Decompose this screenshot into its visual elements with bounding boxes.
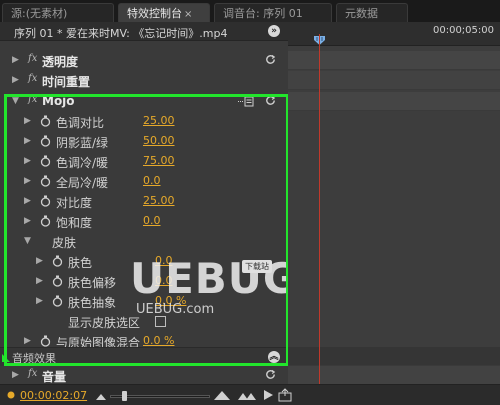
play-icon[interactable] [262, 389, 274, 401]
effect-list: 序列 01 * 爱在来时MV: 《忘记时间》.mp4 » ▶ fx 透明度 ▶ … [0, 22, 297, 405]
double-chevron-icon[interactable]: » [268, 25, 280, 37]
zoom-out-icon[interactable] [96, 391, 106, 401]
effect-row-time-remap[interactable]: ▶ fx 时间重置 [0, 71, 288, 90]
timeline-area[interactable]: 00:00;05:00 [288, 22, 500, 405]
footer-bar: 00:00:02:07 [0, 384, 500, 405]
clip-header: 序列 01 * 爱在来时MV: 《忘记时间》.mp4 » [0, 22, 288, 41]
effect-label: 透明度 [42, 55, 79, 69]
tab-bar: 源:(无素材) 特效控制台 × 调音台: 序列 01 元数据 [0, 0, 500, 22]
tab-effect-controls[interactable]: 特效控制台 × [118, 3, 210, 22]
tab-effect-controls-label: 特效控制台 [127, 7, 182, 20]
arrow-icon [2, 354, 10, 362]
effect-row-opacity[interactable]: ▶ fx 透明度 [0, 51, 288, 70]
effect-row-volume[interactable]: ▶ fx 音量 [0, 366, 288, 385]
fx-icon[interactable]: fx [28, 368, 37, 379]
triangle-right-icon[interactable]: ▶ [12, 75, 19, 85]
zoom-in-icon[interactable] [238, 389, 256, 401]
fx-icon[interactable]: fx [28, 53, 37, 64]
current-timecode[interactable]: 00:00:02:07 [20, 389, 87, 402]
tab-audio-mixer-label: 调音台: 序列 01 [223, 7, 303, 20]
clip-title: 序列 01 * 爱在来时MV: 《忘记时间》.mp4 [14, 27, 228, 40]
fx-icon: fx [28, 73, 38, 84]
export-icon[interactable] [278, 388, 292, 402]
zoom-slider-handle[interactable] [122, 391, 127, 401]
tab-source[interactable]: 源:(无素材) [2, 3, 114, 22]
playhead-line[interactable] [319, 34, 320, 384]
tab-metadata-label: 元数据 [345, 7, 378, 20]
effect-controls-panel: 序列 01 * 爱在来时MV: 《忘记时间》.mp4 » ▶ fx 透明度 ▶ … [0, 22, 500, 405]
play-marker-icon[interactable] [6, 390, 16, 400]
effect-label: 时间重置 [42, 75, 91, 89]
zoom-in-icon[interactable] [214, 389, 230, 401]
reset-icon[interactable] [264, 53, 277, 66]
close-icon[interactable]: × [184, 9, 192, 20]
triangle-right-icon[interactable]: ▶ [12, 55, 19, 65]
tab-metadata[interactable]: 元数据 [336, 3, 408, 22]
highlight-box [4, 94, 289, 366]
tab-source-label: 源:(无素材) [11, 7, 68, 20]
effect-label: 音量 [42, 370, 67, 384]
reset-icon[interactable] [264, 368, 277, 381]
ruler-timecode: 00:00;05:00 [432, 25, 494, 36]
tab-audio-mixer[interactable]: 调音台: 序列 01 [214, 3, 332, 22]
triangle-right-icon[interactable]: ▶ [12, 370, 19, 380]
